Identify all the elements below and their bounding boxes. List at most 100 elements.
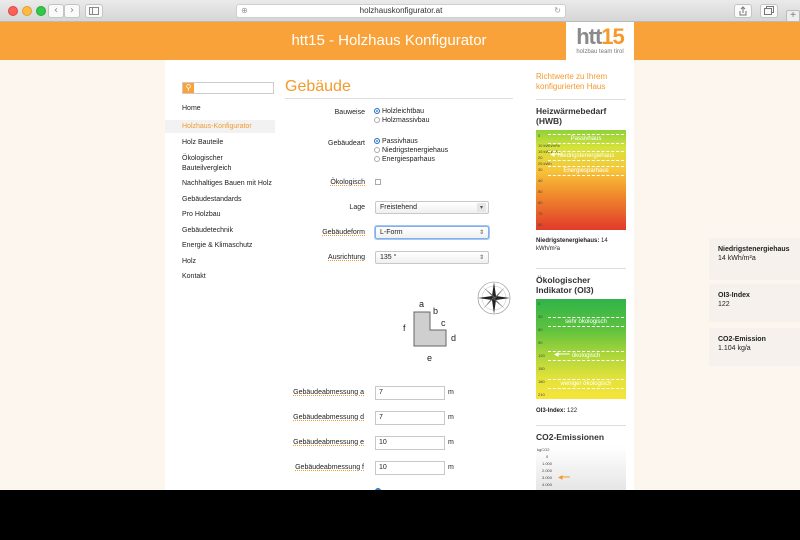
minimize-window-button[interactable] [22, 6, 32, 16]
page-title: Gebäude [285, 78, 513, 99]
sidebar-item-oekologischer-bauteilvergleich[interactable]: Ökologischer Bauteilvergleich [165, 154, 255, 174]
share-icon [739, 6, 747, 16]
co2-tick: 2.000 [542, 468, 553, 473]
oi3-note-value: 122 [567, 408, 578, 414]
tabs-icon [764, 6, 774, 15]
hwb-tick: 0 [538, 133, 541, 138]
hwb-tick: 80 [538, 222, 543, 227]
tabs-button[interactable] [760, 4, 778, 18]
oi3-heading: Ökologischer Indikator (OI3) [536, 268, 626, 295]
shape-label-a: a [419, 299, 425, 309]
gebaeudeart-option-energiesparhaus[interactable]: Energiesparhaus [374, 155, 435, 164]
hwb-tick: 30 [538, 167, 543, 172]
search-input[interactable]: ⚲ [182, 82, 274, 94]
forward-button[interactable]: › [64, 4, 80, 18]
co2-tick: 0 [546, 454, 549, 459]
shape-label-d: d [451, 333, 457, 343]
sidebar-item-kontakt[interactable]: Kontakt [165, 272, 275, 282]
card-value: 14 kWh/m²a [718, 255, 756, 262]
sidebar-icon [89, 7, 99, 15]
hwb-note-label: Niedrigstenergiehaus: [536, 238, 600, 244]
radio-unselected[interactable] [374, 117, 380, 123]
hwb-tick: 70 [538, 211, 543, 216]
oekologisch-checkbox[interactable] [375, 179, 381, 185]
arrow-left-icon: ◀━━ [558, 474, 570, 481]
hwb-note: Niedrigstenergiehaus: 14 kWh/m²a [536, 237, 626, 253]
dimension-a-input[interactable]: 7 [375, 386, 445, 400]
oi3-note: OI3-Index: 122 [536, 407, 626, 415]
oekologisch-label: Ökologisch [330, 179, 365, 186]
logo-text-b: 15 [601, 24, 625, 49]
co2-tick: 3.000 [542, 475, 553, 480]
richtwerte-title: Richtwerte zu Ihrem konfigurierten Haus [536, 72, 608, 91]
radio-unselected[interactable] [374, 147, 380, 153]
dimension-f-input[interactable]: 10 [375, 461, 445, 475]
url-text: holzhauskonfigurator.at [359, 6, 443, 15]
ausrichtung-select[interactable]: 135 ° ⇕ [375, 251, 489, 264]
bauweise-option-holzleichtbau[interactable]: Holzleichtbau [374, 107, 424, 116]
ausrichtung-label: Ausrichtung [328, 254, 365, 261]
oi3-tick: 30 [538, 314, 543, 319]
close-window-button[interactable] [8, 6, 18, 16]
dimension-f-label: Gebäudeabmessung f [295, 464, 364, 471]
dimension-e-unit: m [448, 439, 454, 446]
card-title: OI3-Index [718, 292, 750, 299]
radio-selected[interactable] [374, 108, 380, 114]
reload-icon[interactable]: ↻ [554, 5, 561, 17]
radio-unselected[interactable] [374, 156, 380, 162]
arrow-left-icon: ◀━━━ [554, 351, 570, 358]
dimension-e-input[interactable]: 10 [375, 436, 445, 450]
lage-select[interactable]: Freistehend ▾ [375, 201, 489, 214]
updown-arrows-icon: ⇕ [478, 229, 485, 236]
new-tab-button[interactable]: + [786, 10, 800, 22]
card-title: CO2-Emission [718, 336, 766, 343]
oi3-note-label: OI3-Index: [536, 408, 566, 414]
hwb-tick: 60 [538, 200, 543, 205]
sidebar-item-gebaeudestandards[interactable]: Gebäudestandards [165, 195, 275, 205]
dimension-d-unit: m [448, 414, 454, 421]
oi3-tick: 210 [538, 392, 545, 397]
bauweise-label: Bauweise [334, 109, 365, 116]
dimension-a-unit: m [448, 389, 454, 396]
lage-label: Lage [349, 204, 365, 211]
oi3-tick: 90 [538, 340, 543, 345]
card-niedrigstenergiehaus: Niedrigstenergiehaus 14 kWh/m²a [709, 238, 800, 280]
search-icon[interactable]: ⚲ [183, 83, 194, 93]
oi3-band-sehr-oekologisch: sehr ökologisch [548, 317, 624, 327]
sidebar-item-holzhaus-konfigurator[interactable]: Holzhaus-Konfigurator [165, 119, 275, 133]
dimension-d-input[interactable]: 7 [375, 411, 445, 425]
zoom-window-button[interactable] [36, 6, 46, 16]
page-icon: ⊕ [241, 6, 248, 15]
browser-toolbar: ‹ › ⊕ holzhauskonfigurator.at ↻ [0, 0, 800, 22]
dimension-a-label: Gebäudeabmessung a [293, 389, 364, 396]
site-header: htt15 - Holzhaus Konfigurator [0, 22, 800, 60]
radio-selected[interactable] [374, 138, 380, 144]
co2-heading: CO2-Emissionen [536, 425, 626, 442]
address-bar[interactable]: ⊕ holzhauskonfigurator.at ↻ [236, 4, 566, 18]
shape-label-f: f [403, 323, 406, 333]
oi3-tick: 150 [538, 366, 545, 371]
oi3-tick: 120 [538, 353, 545, 358]
back-button[interactable]: ‹ [48, 4, 64, 18]
compass-rose-icon [477, 281, 511, 315]
bauweise-option-holzmassivbau[interactable]: Holzmassivbau [374, 116, 429, 125]
hwb-heading: Heizwärmebedarf (HWB) [536, 99, 626, 126]
gebaeudeart-option-passivhaus[interactable]: Passivhaus [374, 137, 418, 146]
gebaeudeform-select[interactable]: L-Form ⇕ [375, 226, 489, 239]
sidebar-item-energie-klimaschutz[interactable]: Energie & Klimaschutz [165, 241, 275, 251]
site-logo[interactable]: htt15 holzbau team tirol [566, 22, 634, 60]
shape-label-e: e [427, 353, 433, 363]
card-oi3-index: OI3-Index 122 [709, 284, 800, 322]
dimension-e-label: Gebäudeabmessung e [293, 439, 364, 446]
shape-label-c: c [441, 318, 446, 328]
hwb-tick: 40 [538, 178, 543, 183]
share-button[interactable] [734, 4, 752, 18]
hwb-band-passivhaus: Passivhaus [548, 134, 624, 144]
site-title: htt15 - Holzhaus Konfigurator [291, 32, 487, 49]
sidebar-toggle-button[interactable] [85, 4, 103, 18]
sidebar-item-pro-holzbau[interactable]: Pro Holzbau [165, 210, 275, 220]
gebaeudeart-option-niedrigstenergiehaus[interactable]: Niedrigstenergiehaus [374, 146, 448, 155]
oi3-scale: 0 30 60 90 120 150 180 210 sehr ökologis… [536, 299, 626, 399]
card-value: 1.104 kg/a [718, 345, 751, 352]
oi3-tick: 180 [538, 379, 545, 384]
